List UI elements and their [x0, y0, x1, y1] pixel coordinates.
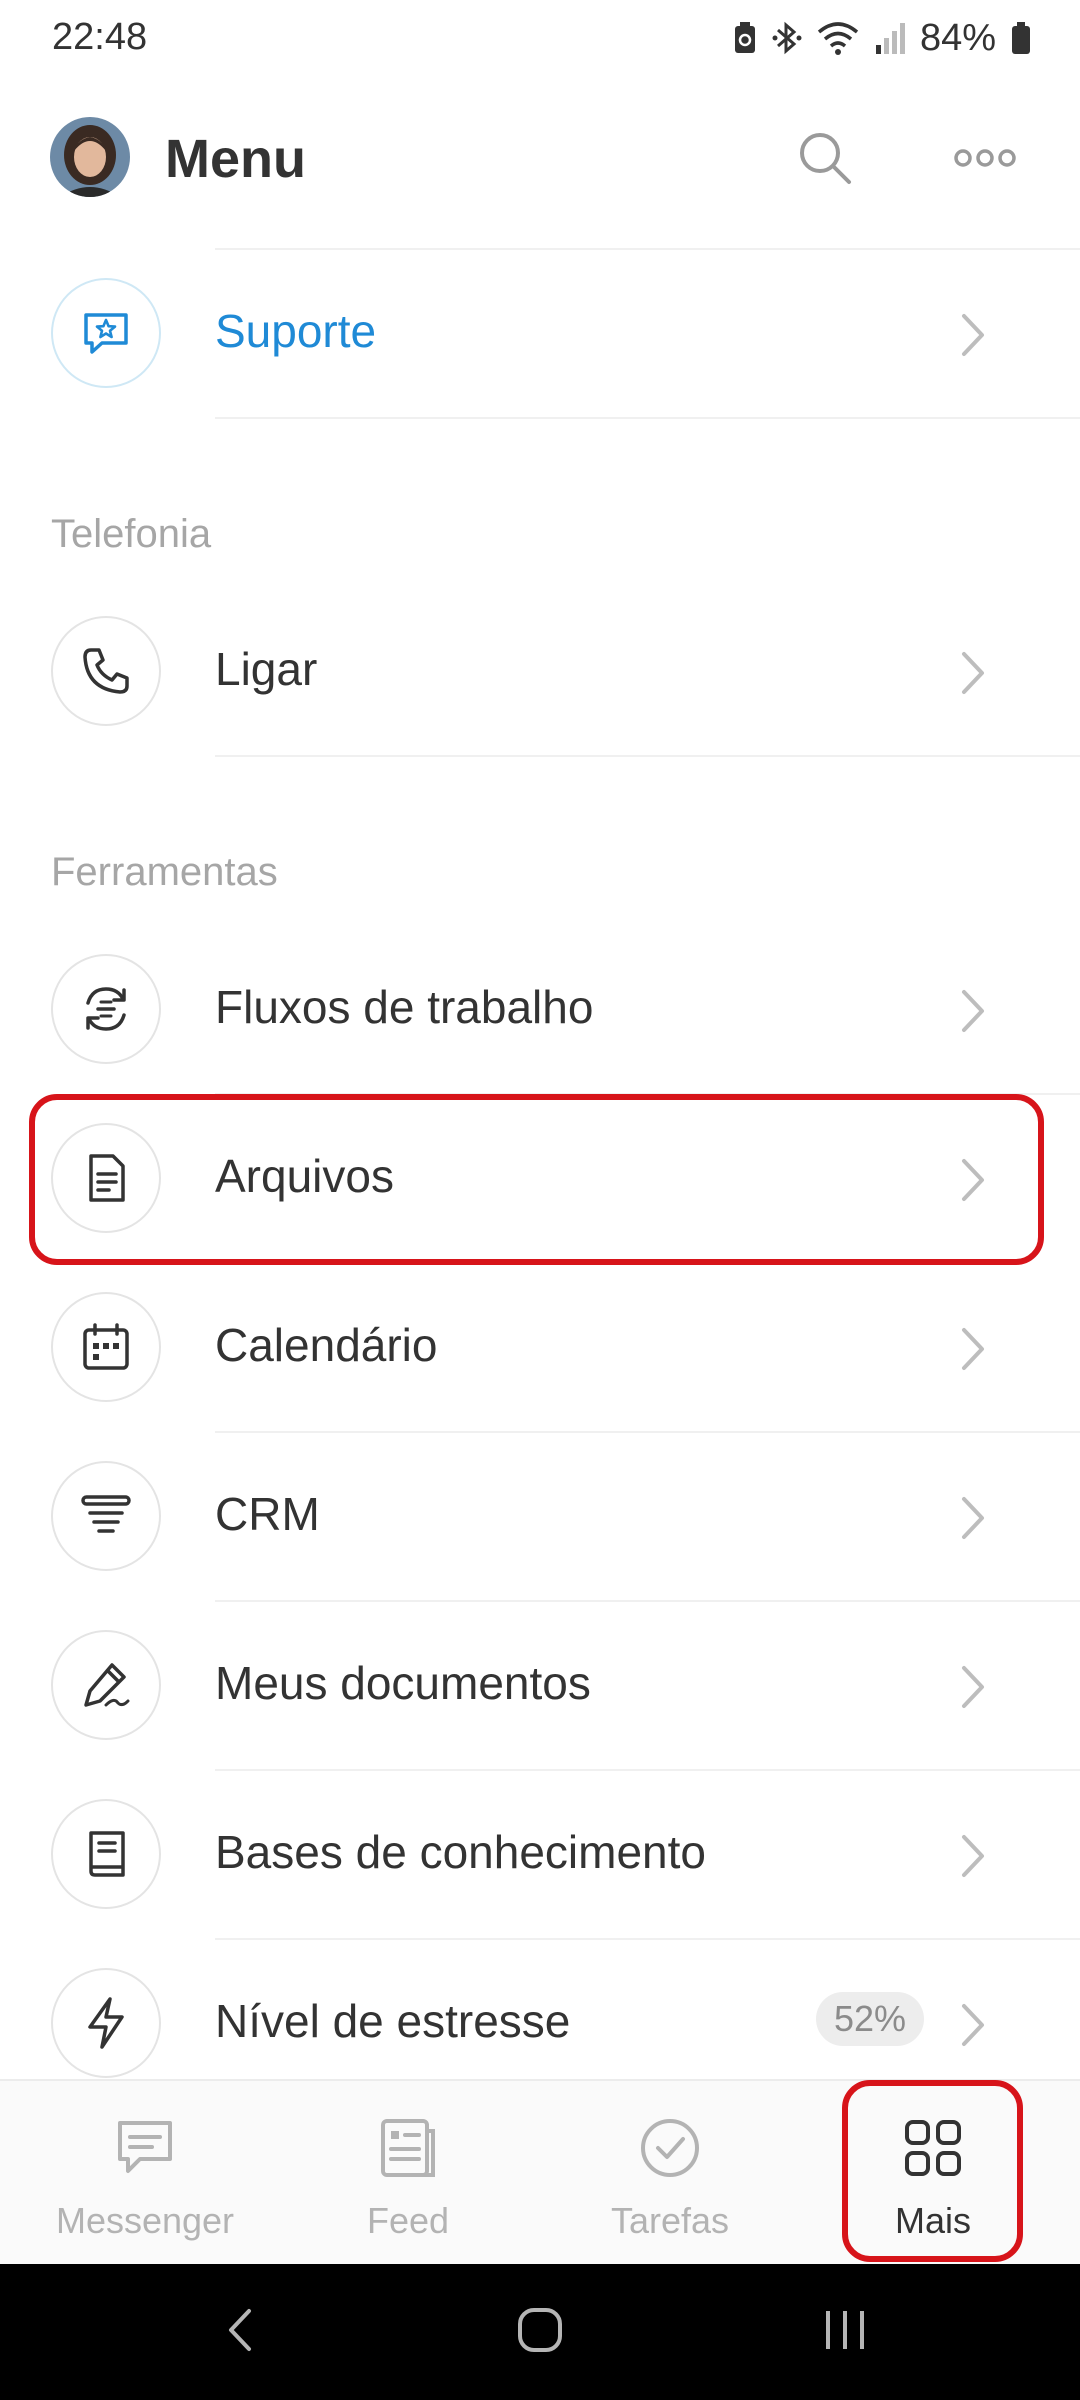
menu-item-label: Arquivos [215, 1150, 394, 1202]
search-icon [796, 129, 854, 192]
system-back-button[interactable] [200, 2302, 280, 2362]
chevron-right-icon [958, 2000, 988, 2050]
nav-label: Mais [894, 2200, 971, 2241]
chevron-right-icon [958, 1155, 988, 1205]
search-button[interactable] [785, 120, 865, 200]
nav-label: Feed [366, 2200, 450, 2241]
battery-saver-icon [732, 21, 758, 55]
chevron-right-icon [958, 986, 988, 1036]
menu-item-fluxos-de-trabalho[interactable]: Fluxos de trabalho [0, 926, 1080, 1095]
menu-item-suporte[interactable]: Suporte [0, 250, 1080, 419]
recents-icon [820, 2307, 870, 2358]
battery-icon [1010, 21, 1032, 55]
menu-item-label: Meus documentos [215, 1657, 591, 1709]
chevron-right-icon [958, 310, 988, 360]
menu-item-label: Ligar [215, 643, 318, 695]
section-label-ferramentas: Ferramentas [51, 850, 278, 894]
crm-funnel-icon [51, 1461, 161, 1571]
system-home-button[interactable] [500, 2302, 580, 2362]
more-options-button[interactable] [945, 120, 1025, 200]
nav-tarefas[interactable]: Tarefas [560, 2081, 780, 2266]
menu-item-ligar[interactable]: Ligar [0, 588, 1080, 757]
chevron-right-icon [958, 1324, 988, 1374]
menu-item-label: Bases de conhecimento [215, 1826, 706, 1878]
feed-news-icon [375, 2081, 441, 2186]
calendar-icon [51, 1292, 161, 1402]
chevron-right-icon [958, 1493, 988, 1543]
system-recents-button[interactable] [805, 2302, 885, 2362]
workflow-icon [51, 954, 161, 1064]
menu-item-label: Nível de estresse [215, 1995, 571, 2047]
home-icon [515, 2305, 565, 2360]
signature-pen-icon [51, 1630, 161, 1740]
menu-item-calendario[interactable]: Calendário [0, 1264, 1080, 1433]
check-circle-icon [637, 2081, 703, 2186]
nav-label: Messenger [55, 2200, 235, 2241]
page-title: Menu [165, 129, 306, 189]
status-icons: 84% [732, 16, 1032, 60]
chevron-right-icon [958, 648, 988, 698]
nav-label: Tarefas [610, 2200, 730, 2241]
bottom-nav: Messenger Feed Tarefas Mais [0, 2079, 1080, 2266]
bluetooth-icon [772, 20, 802, 56]
support-star-chat-icon [51, 278, 161, 388]
menu-item-meus-documentos[interactable]: Meus documentos [0, 1602, 1080, 1771]
divider [215, 755, 1080, 757]
menu-item-label: Suporte [215, 305, 377, 357]
menu-item-crm[interactable]: CRM [0, 1433, 1080, 1602]
lightning-icon [51, 1968, 161, 2078]
section-label-telefonia: Telefonia [51, 512, 212, 556]
phone-icon [51, 616, 161, 726]
menu-item-label: Calendário [215, 1319, 438, 1371]
more-options-icon [954, 148, 1016, 173]
stress-level-badge: 52% [816, 1992, 925, 2046]
menu-item-arquivos[interactable]: Arquivos [0, 1095, 1080, 1264]
chevron-right-icon [958, 1662, 988, 1712]
avatar[interactable] [50, 117, 130, 197]
menu-item-label: CRM [215, 1488, 320, 1540]
battery-percentage: 84% [919, 16, 996, 59]
nav-mais[interactable]: Mais [843, 2081, 1023, 2266]
nav-feed[interactable]: Feed [298, 2081, 518, 2266]
chevron-right-icon [958, 1831, 988, 1881]
status-bar: 22:48 84% [0, 0, 1080, 80]
nav-messenger[interactable]: Messenger [30, 2081, 260, 2266]
document-icon [51, 1123, 161, 1233]
grid-icon [900, 2081, 966, 2186]
system-nav-bar [0, 2264, 1080, 2400]
book-icon [51, 1799, 161, 1909]
menu-item-label: Fluxos de trabalho [215, 981, 594, 1033]
back-icon [225, 2305, 255, 2360]
header: Menu [0, 100, 1080, 220]
status-time: 22:48 [52, 16, 148, 58]
divider [215, 417, 1080, 419]
wifi-icon [816, 20, 860, 56]
menu-item-bases-de-conhecimento[interactable]: Bases de conhecimento [0, 1771, 1080, 1940]
signal-icon [874, 21, 906, 55]
chat-bubble-icon [112, 2081, 178, 2186]
